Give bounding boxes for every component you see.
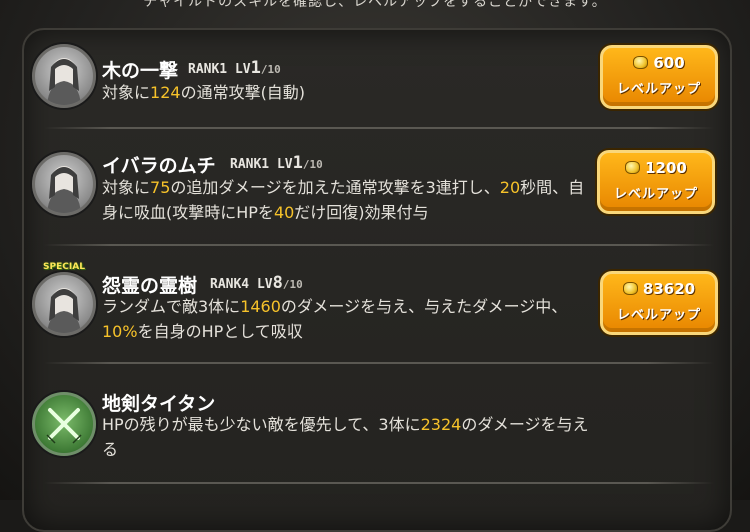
skill-rank-1: RANK1 <box>188 62 228 77</box>
skill-lv-label-3: LV <box>256 277 273 292</box>
skill-lv-max-2: /10 <box>302 158 323 171</box>
skill-rank-level-3: RANK4 LV8/10 <box>210 273 303 293</box>
skill-lv-value-2: 1 <box>292 153 303 173</box>
level-up-cost-1: 600 <box>603 54 715 72</box>
desc-value: 75 <box>150 178 171 197</box>
cost-value: 600 <box>653 54 685 72</box>
skill-avatar-4 <box>32 392 96 456</box>
desc-text: を自身のHPとして吸収 <box>137 322 303 341</box>
skill-lv-max-1: /10 <box>260 63 281 76</box>
desc-value: 10% <box>102 322 138 341</box>
skill-lv-value-1: 1 <box>250 58 261 78</box>
level-up-button-1[interactable]: 600 レベルアップ <box>600 45 718 109</box>
desc-text: HPの残りが最も少ない敵を優先して、3体に <box>102 415 421 434</box>
skill-desc-2: 対象に75の追加ダメージを加えた通常攻撃を3連打し、20秒間、自身に吸血(攻撃時… <box>102 175 592 225</box>
skill-desc-1: 対象に124の通常攻撃(自動) <box>102 80 592 105</box>
desc-text: 対象に <box>102 83 151 102</box>
skill-lv-label-1: LV <box>234 62 251 77</box>
level-up-button-3[interactable]: 83620 レベルアップ <box>600 271 718 335</box>
cost-value: 83620 <box>642 280 696 298</box>
skill-rank-2: RANK1 <box>230 157 270 172</box>
level-up-cost-2: 1200 <box>600 159 712 177</box>
skill-rank-level-1: RANK1 LV1/10 <box>188 58 281 78</box>
desc-value: 1460 <box>240 297 281 316</box>
row-divider <box>44 362 714 364</box>
level-up-cost-3: 83620 <box>603 280 715 298</box>
desc-text: だけ回復)効果付与 <box>294 203 429 222</box>
desc-text: のダメージを与え、与えたダメージ中、 <box>280 297 568 316</box>
desc-value: 124 <box>150 83 181 102</box>
skill-desc-4: HPの残りが最も少ない敵を優先して、3体に2324のダメージを与える <box>102 412 592 462</box>
cost-value: 1200 <box>645 159 687 177</box>
desc-text: ランダムで敵3体に <box>102 297 241 316</box>
special-badge: SPECIAL <box>43 262 85 272</box>
coin-icon <box>625 161 641 174</box>
level-up-label: レベルアップ <box>616 308 701 323</box>
skill-name-1: 木の一撃 <box>102 60 179 82</box>
skill-lv-label-2: LV <box>276 157 293 172</box>
crossed-swords-icon <box>46 408 82 444</box>
desc-text: の追加ダメージを加えた通常攻撃を3連打し、 <box>170 178 500 197</box>
skill-rank-3: RANK4 <box>210 277 250 292</box>
skill-lv-value-3: 8 <box>272 273 283 293</box>
child-avatar-1 <box>32 44 96 108</box>
desc-value: 20 <box>499 178 521 197</box>
desc-value: 2324 <box>420 415 462 434</box>
desc-text: 対象に <box>102 178 151 197</box>
coin-icon <box>633 56 649 69</box>
row-divider <box>44 482 714 484</box>
level-up-label: レベルアップ <box>616 82 701 97</box>
skill-desc-3: ランダムで敵3体に1460のダメージを与え、与えたダメージ中、 10%を自身のHP… <box>102 294 592 344</box>
level-up-button-2[interactable]: 1200 レベルアップ <box>597 150 715 214</box>
level-up-label: レベルアップ <box>613 187 698 202</box>
child-avatar-2 <box>32 152 96 216</box>
desc-value: 40 <box>273 203 295 222</box>
desc-text: の通常攻撃(自動) <box>180 83 306 102</box>
row-divider <box>44 127 714 129</box>
skill-lv-max-3: /10 <box>282 278 303 291</box>
child-avatar-3 <box>32 272 96 336</box>
row-divider <box>44 244 714 246</box>
skill-rank-level-2: RANK1 LV1/10 <box>230 153 323 173</box>
header-hint: チャイルドのスキルを確認し、レベルアップをすることができます。 <box>143 0 607 10</box>
coin-icon <box>622 282 638 295</box>
skill-name-2: イバラのムチ <box>102 155 216 177</box>
